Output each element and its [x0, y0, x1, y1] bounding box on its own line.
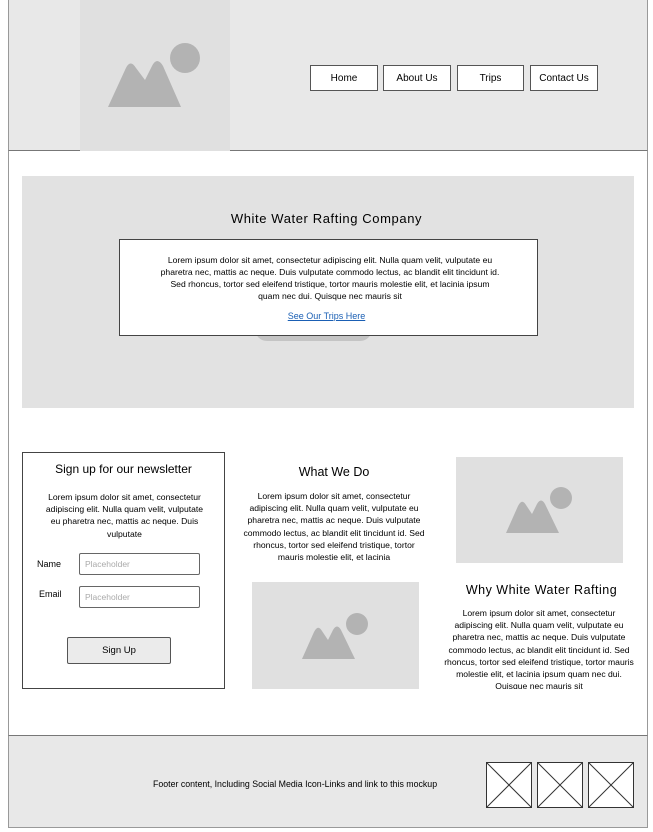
logo[interactable]	[80, 0, 230, 151]
site-footer: Footer content, Including Social Media I…	[8, 735, 648, 828]
hero-text: Lorem ipsum dolor sit amet, consectetur …	[160, 255, 500, 301]
why-title: Why White Water Rafting	[465, 583, 618, 597]
what-we-do-text: Lorem ipsum dolor sit amet, consectetur …	[243, 491, 425, 563]
image-placeholder-icon	[108, 43, 200, 107]
newsletter-text: Lorem ipsum dolor sit amet, consectetur …	[45, 492, 204, 539]
see-trips-link[interactable]: See Our Trips Here	[0, 311, 653, 321]
sign-up-button[interactable]: Sign Up	[67, 637, 171, 664]
nav-home-button[interactable]: Home	[310, 65, 378, 91]
what-we-do-title: What We Do	[298, 465, 370, 479]
why-image	[456, 457, 623, 563]
why-text-container: Lorem ipsum dolor sit amet, consectetur …	[444, 607, 634, 689]
nav-about-button[interactable]: About Us	[383, 65, 451, 91]
image-placeholder-icon	[302, 613, 368, 659]
newsletter-title: Sign up for our newsletter	[55, 462, 192, 476]
hero-title: White Water Rafting Company	[230, 211, 423, 226]
social-link-placeholder-icon[interactable]	[588, 762, 634, 808]
why-text: Lorem ipsum dolor sit amet, consectetur …	[444, 608, 634, 689]
email-label: Email	[39, 589, 62, 599]
social-link-placeholder-icon[interactable]	[486, 762, 532, 808]
what-we-do-image	[252, 582, 419, 689]
footer-text: Footer content, Including Social Media I…	[153, 779, 438, 789]
image-placeholder-icon	[506, 487, 572, 533]
nav-contact-button[interactable]: Contact Us	[530, 65, 598, 91]
nav-trips-button[interactable]: Trips	[457, 65, 524, 91]
name-label: Name	[37, 559, 62, 569]
name-input[interactable]: Placeholder	[79, 553, 200, 575]
newsletter-form: Sign up for our newsletter Lorem ipsum d…	[22, 452, 225, 689]
social-link-placeholder-icon[interactable]	[537, 762, 583, 808]
email-input[interactable]: Placeholder	[79, 586, 200, 608]
